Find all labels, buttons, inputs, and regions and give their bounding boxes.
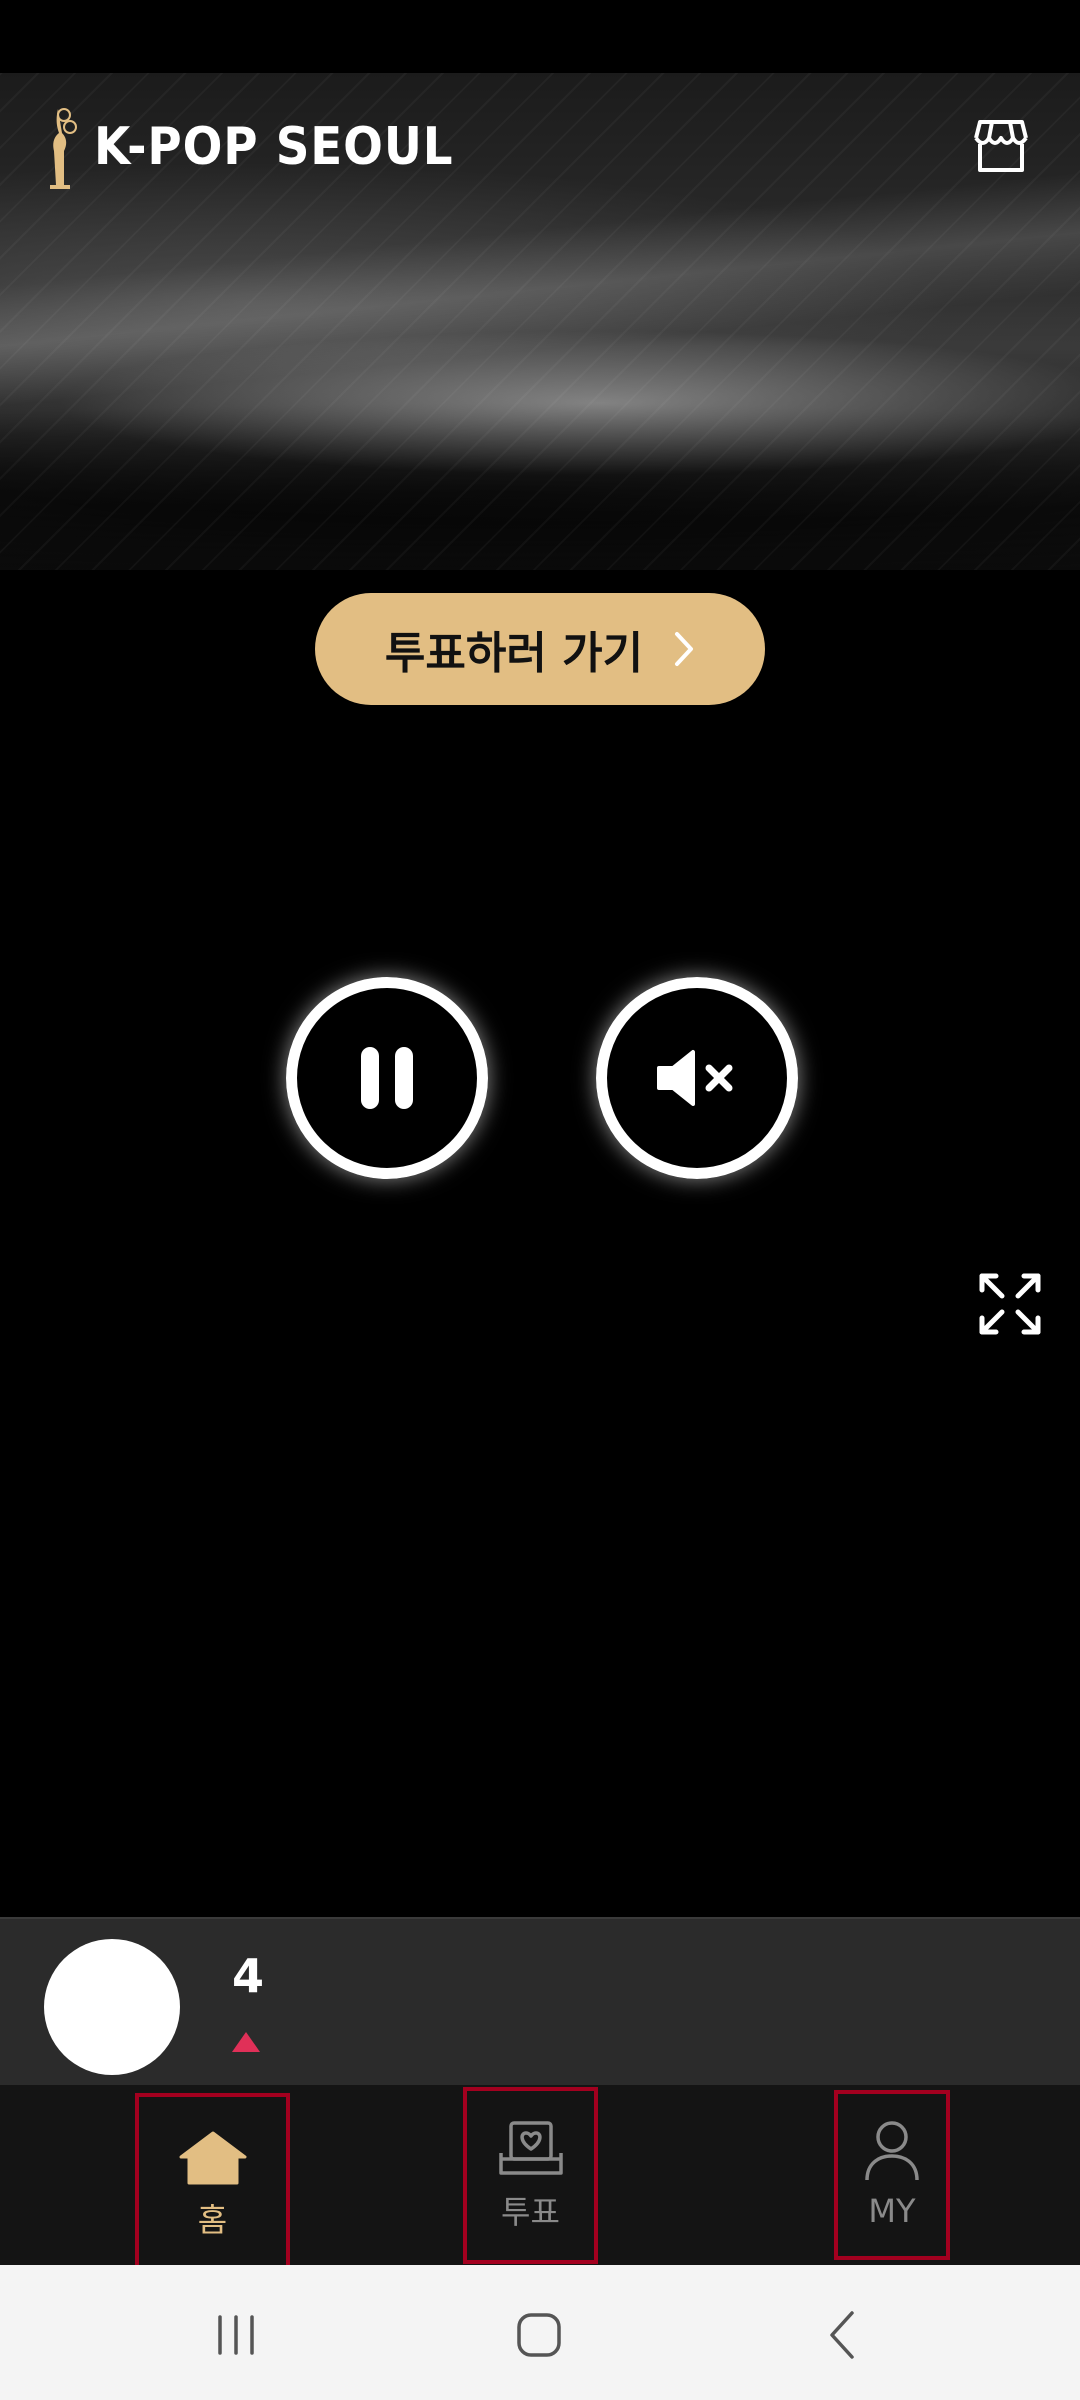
rank-up-icon (232, 2032, 260, 2052)
user-icon (865, 2121, 919, 2181)
back-button[interactable] (802, 2295, 882, 2375)
expand-icon (979, 1273, 1041, 1335)
volume-mute-icon (657, 1050, 733, 1106)
app-logo-text: K-POP SEOUL (94, 117, 454, 177)
chevron-right-icon (675, 632, 694, 666)
go-vote-label: 투표하러 가기 (384, 628, 644, 679)
go-vote-button[interactable]: 투표하러 가기 (315, 593, 765, 705)
home-icon (179, 2131, 246, 2185)
trophy-logo-icon (50, 108, 77, 189)
nav-tab-vote-label: 투표 (501, 2192, 560, 2231)
vote-box-icon (498, 2120, 563, 2175)
store-icon (974, 120, 1028, 172)
fullscreen-button[interactable] (978, 1272, 1042, 1336)
avatar[interactable] (44, 1939, 180, 2075)
recent-apps-button[interactable] (196, 2295, 276, 2375)
user-rank-bar[interactable]: 4 (0, 1917, 1080, 2085)
nav-tab-my-label: MY (868, 2192, 916, 2230)
nav-tab-my[interactable]: MY (834, 2090, 950, 2260)
back-icon (830, 2311, 854, 2359)
nav-tab-vote[interactable]: 투표 (463, 2087, 598, 2264)
home-system-icon (517, 2313, 561, 2357)
nav-tab-home[interactable]: 홈 (135, 2093, 290, 2279)
pause-icon (361, 1047, 413, 1109)
app-logo: K-POP SEOUL (42, 102, 493, 192)
mute-button[interactable] (596, 977, 798, 1179)
pause-button[interactable] (286, 977, 488, 1179)
header-banner: K-POP SEOUL (0, 73, 1080, 570)
nav-tab-home-label: 홈 (197, 2201, 228, 2239)
store-button[interactable] (970, 118, 1032, 174)
system-navigation-bar (0, 2265, 1080, 2400)
rank-number: 4 (232, 1949, 265, 2003)
recent-apps-icon (218, 2315, 254, 2355)
app-screen: K-POP SEOUL 투표하러 가기 4 홈 투표 MY (0, 0, 1080, 2400)
bottom-nav: 홈 투표 MY (0, 2085, 1080, 2279)
status-bar (0, 0, 1080, 73)
home-system-button[interactable] (499, 2295, 579, 2375)
